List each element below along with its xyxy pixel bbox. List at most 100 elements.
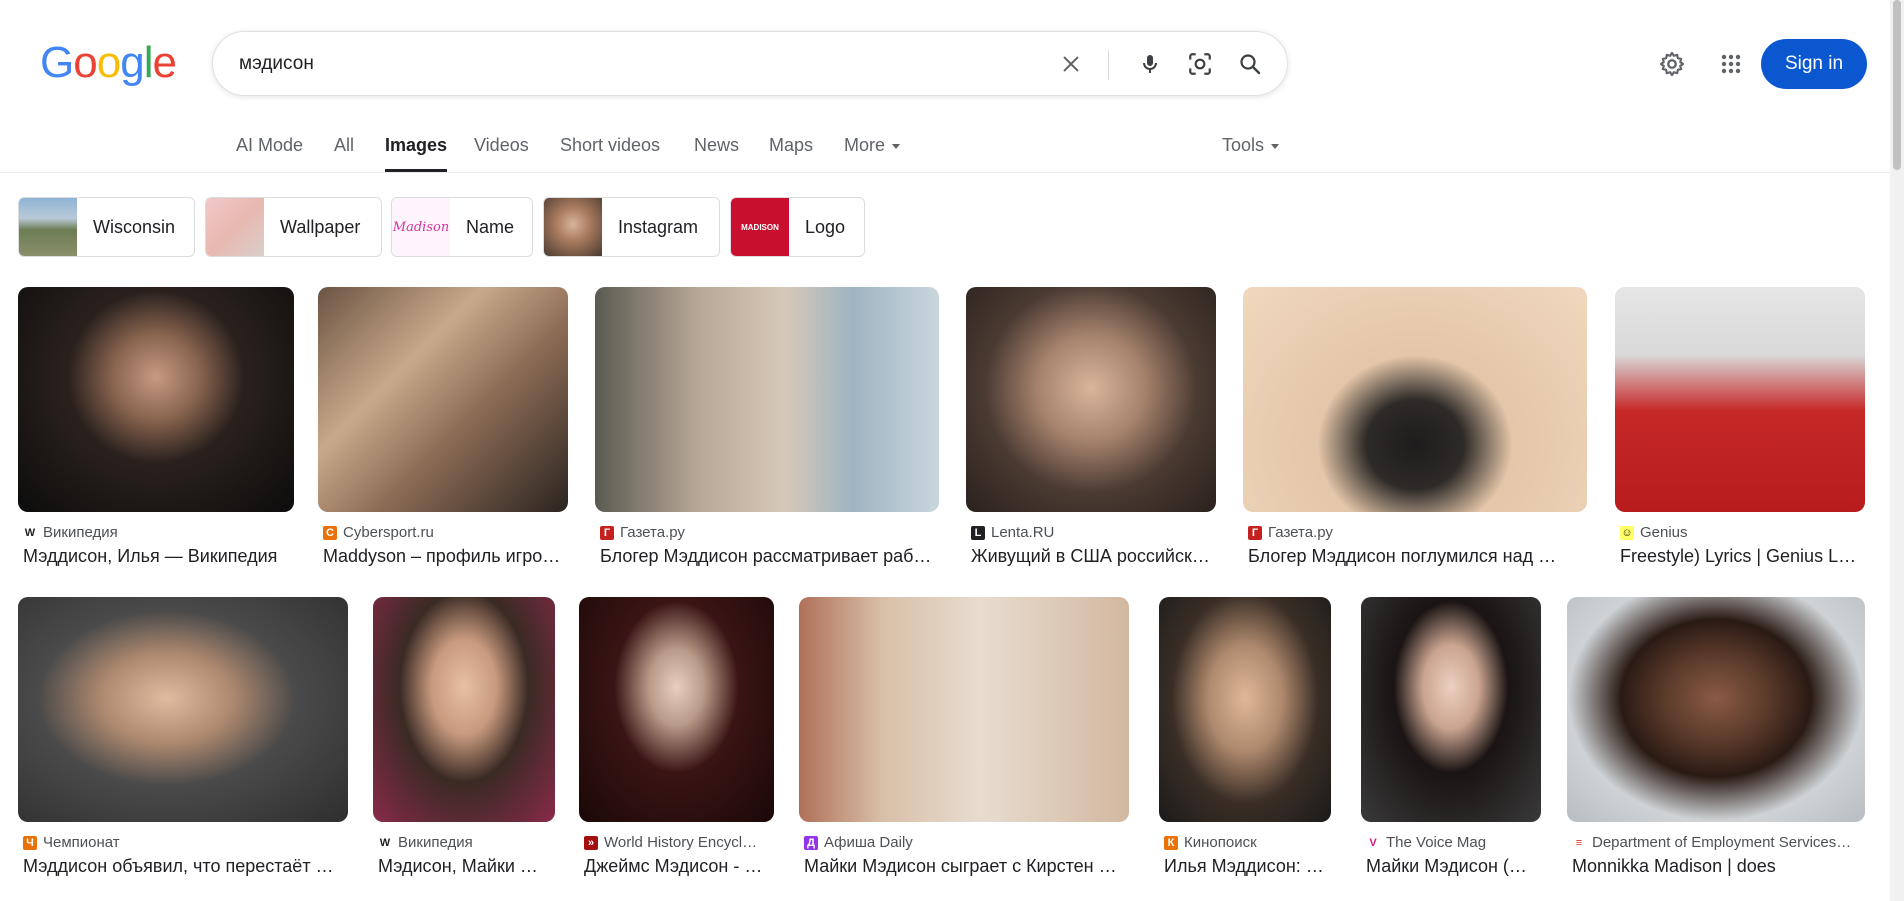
tab-maps[interactable]: Maps xyxy=(769,135,813,172)
chip-label: Name xyxy=(466,216,515,237)
result-source-name: Lenta.RU xyxy=(991,524,1055,541)
result-title[interactable]: Блогер Мэддисон рассматривает раб… xyxy=(600,546,939,567)
result-source[interactable]: ≡ Department of Employment Services… xyxy=(1572,834,1851,851)
search-input[interactable]: мэдисон xyxy=(239,53,314,75)
tab-videos[interactable]: Videos xyxy=(474,135,529,172)
result-title[interactable]: Блогер Мэддисон поглумился над … xyxy=(1248,546,1587,567)
result-source-name: Википедия xyxy=(398,834,473,851)
apps-grid-icon[interactable] xyxy=(1711,44,1751,84)
result-source[interactable]: Г Газета.ру xyxy=(1248,524,1333,541)
image-result[interactable]: L Lenta.RU Живущий в США российск… xyxy=(966,287,1216,577)
search-divider xyxy=(1108,50,1109,80)
image-result[interactable]: V The Voice Mag Майки Мэдисон (… xyxy=(1361,597,1541,887)
result-thumbnail[interactable] xyxy=(1243,287,1587,512)
result-source-name: Афиша Daily xyxy=(824,834,913,851)
search-box[interactable]: мэдисон xyxy=(212,31,1288,96)
result-source[interactable]: Д Афиша Daily xyxy=(804,834,913,851)
result-thumbnail[interactable] xyxy=(1615,287,1865,512)
result-source[interactable]: L Lenta.RU xyxy=(971,524,1054,541)
result-thumbnail[interactable] xyxy=(18,287,294,512)
result-title[interactable]: Maddyson – профиль игро… xyxy=(323,546,568,567)
result-thumbnail[interactable] xyxy=(799,597,1129,822)
result-source-name: Газета.ру xyxy=(1268,524,1333,541)
result-source[interactable]: Г Газета.ру xyxy=(600,524,685,541)
result-thumbnail[interactable] xyxy=(318,287,568,512)
search-icon[interactable] xyxy=(1230,44,1270,84)
world-history-icon: » xyxy=(584,835,598,850)
genius-icon: ☺ xyxy=(1620,525,1634,540)
chip-instagram[interactable]: Instagram xyxy=(543,197,720,257)
result-source[interactable]: C Cybersport.ru xyxy=(323,524,434,541)
image-result[interactable]: ☺ Genius Freestyle) Lyrics | Genius L… xyxy=(1615,287,1865,577)
chip-wallpaper[interactable]: Wallpaper xyxy=(205,197,382,257)
image-result[interactable]: C Cybersport.ru Maddyson – профиль игро… xyxy=(318,287,568,577)
chip-label: Instagram xyxy=(618,216,699,237)
result-source[interactable]: W Википедия xyxy=(378,834,473,851)
chip-label: Wisconsin xyxy=(93,216,176,237)
page-scrollbar[interactable] xyxy=(1890,0,1904,901)
scrollbar-thumb[interactable] xyxy=(1893,0,1901,170)
tab-news[interactable]: News xyxy=(694,135,739,172)
header: Google мэдисон Sign in xyxy=(0,0,1904,125)
result-source[interactable]: V The Voice Mag xyxy=(1366,834,1486,851)
clear-icon[interactable] xyxy=(1051,44,1091,84)
result-source[interactable]: Ч Чемпионат xyxy=(23,834,120,851)
result-title[interactable]: Джеймс Мэдисон - … xyxy=(584,856,774,877)
result-source-name: Чемпионат xyxy=(43,834,120,851)
result-source[interactable]: W Википедия xyxy=(23,524,118,541)
image-result[interactable]: » World History Encycl… Джеймс Мэдисон - … xyxy=(579,597,774,887)
championat-icon: Ч xyxy=(23,835,37,850)
result-title[interactable]: Monnikka Madison | does xyxy=(1572,856,1865,877)
settings-gear-icon[interactable] xyxy=(1652,44,1692,84)
cybersport-icon: C xyxy=(323,525,337,540)
logo-letter-g2: g xyxy=(120,38,145,87)
result-source-name: The Voice Mag xyxy=(1386,834,1487,851)
image-result[interactable]: К Кинопоиск Илья Мэддисон: … xyxy=(1159,597,1331,887)
sign-in-button[interactable]: Sign in xyxy=(1761,39,1867,89)
result-source[interactable]: » World History Encycl… xyxy=(584,834,757,851)
image-result[interactable]: Г Газета.ру Блогер Мэддисон поглумился на… xyxy=(1243,287,1587,577)
tab-all[interactable]: All xyxy=(334,135,354,172)
result-title[interactable]: Freestyle) Lyrics | Genius L… xyxy=(1620,546,1865,567)
image-result[interactable]: Ч Чемпионат Мэддисон объявил, что переста… xyxy=(18,597,348,887)
result-thumbnail[interactable] xyxy=(373,597,555,822)
microphone-icon[interactable] xyxy=(1130,44,1170,84)
chip-wisconsin[interactable]: Wisconsin xyxy=(18,197,195,257)
result-source[interactable]: ☺ Genius xyxy=(1620,524,1688,541)
result-thumbnail[interactable] xyxy=(1567,597,1865,822)
result-source[interactable]: К Кинопоиск xyxy=(1164,834,1257,851)
result-thumbnail[interactable] xyxy=(18,597,348,822)
tab-short-videos[interactable]: Short videos xyxy=(560,135,660,172)
result-thumbnail[interactable] xyxy=(1361,597,1541,822)
chip-name[interactable]: Madison Name xyxy=(391,197,533,257)
result-title[interactable]: Мэдисон, Майки … xyxy=(378,856,555,877)
result-source-name: Газета.ру xyxy=(620,524,685,541)
image-result[interactable]: W Википедия Мэддисон, Илья — Википедия xyxy=(18,287,294,577)
tab-ai-mode[interactable]: AI Mode xyxy=(236,135,303,172)
result-title[interactable]: Майки Мэдисон (… xyxy=(1366,856,1541,877)
image-result[interactable]: Г Газета.ру Блогер Мэддисон рассматривает… xyxy=(595,287,939,577)
google-logo[interactable]: Google xyxy=(40,38,177,88)
tab-images[interactable]: Images xyxy=(385,135,448,172)
result-title[interactable]: Живущий в США российск… xyxy=(971,546,1216,567)
image-result[interactable]: Д Афиша Daily Майки Мэдисон сыграет с Кир… xyxy=(799,597,1129,887)
lenta-icon: L xyxy=(971,525,985,540)
image-result[interactable]: ≡ Department of Employment Services… Monn… xyxy=(1567,597,1865,887)
tab-more-label: More xyxy=(844,135,886,155)
tools-button[interactable]: Tools xyxy=(1222,135,1280,172)
result-title[interactable]: Мэддисон, Илья — Википедия xyxy=(23,546,294,567)
camera-lens-icon[interactable] xyxy=(1180,44,1220,84)
chip-thumb-logo: MADISON xyxy=(731,198,789,256)
result-thumbnail[interactable] xyxy=(966,287,1216,512)
result-title[interactable]: Майки Мэдисон сыграет с Кирстен … xyxy=(804,856,1129,877)
kinopoisk-icon: К xyxy=(1164,835,1178,850)
chip-logo[interactable]: MADISON Logo xyxy=(730,197,865,257)
result-thumbnail[interactable] xyxy=(1159,597,1331,822)
chip-label: Wallpaper xyxy=(280,216,361,237)
result-thumbnail[interactable] xyxy=(579,597,774,822)
result-thumbnail[interactable] xyxy=(595,287,939,512)
result-title[interactable]: Илья Мэддисон: … xyxy=(1164,856,1331,877)
result-title[interactable]: Мэддисон объявил, что перестаёт … xyxy=(23,856,348,877)
tab-more[interactable]: More xyxy=(844,135,901,172)
image-result[interactable]: W Википедия Мэдисон, Майки … xyxy=(373,597,555,887)
